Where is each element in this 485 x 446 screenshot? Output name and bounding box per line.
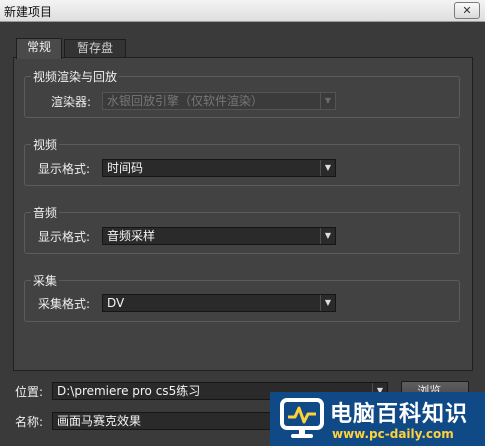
capture-format-label: 采集格式: (38, 297, 91, 311)
close-button[interactable]: ✕ (454, 2, 480, 19)
project-name-input[interactable]: 画面马赛克效果 (52, 412, 284, 430)
capture-format-select[interactable]: DV ▼ (102, 294, 336, 312)
audio-display-format-value: 音频采样 (107, 229, 156, 243)
name-label: 名称: (15, 415, 44, 429)
chevron-down-icon: ▼ (320, 160, 335, 176)
tab-general[interactable]: 常规 (16, 38, 62, 59)
watermark-title: 电脑百科知识 (330, 402, 469, 427)
window-title: 新建项目 (4, 5, 53, 19)
video-display-format-select[interactable]: 时间码 ▼ (102, 159, 336, 177)
project-name-value: 画面马赛克效果 (57, 414, 142, 428)
renderer-value: 水银回放引擎（仅软件渲染） (107, 94, 264, 108)
group-title-video-rendering: 视频渲染与回放 (31, 68, 120, 85)
tab-panel-general: 视频渲染与回放 渲染器: 水银回放引擎（仅软件渲染） ▼ 视频 显示格式: 时间… (13, 57, 473, 371)
close-icon: ✕ (462, 4, 472, 17)
group-title-audio: 音频 (31, 204, 60, 221)
tab-scratch-disks[interactable]: 暂存盘 (64, 39, 126, 58)
group-title-video: 视频 (31, 136, 60, 153)
chevron-down-icon: ▼ (320, 93, 335, 109)
watermark-url: www.pc-daily.com (332, 427, 454, 441)
monitor-logo-icon (280, 398, 324, 438)
video-display-format-label: 显示格式: (38, 162, 91, 176)
renderer-select: 水银回放引擎（仅软件渲染） ▼ (102, 92, 336, 110)
chevron-down-icon: ▼ (320, 295, 335, 311)
title-bar: 新建项目 ✕ (0, 0, 485, 22)
renderer-label: 渲染器: (51, 95, 92, 109)
location-value: D:\premiere pro cs5练习 (57, 384, 201, 398)
audio-display-format-label: 显示格式: (38, 230, 91, 244)
location-label: 位置: (15, 385, 44, 399)
chevron-down-icon: ▼ (320, 228, 335, 244)
capture-format-value: DV (107, 296, 125, 310)
audio-display-format-select[interactable]: 音频采样 ▼ (102, 227, 336, 245)
group-title-capture: 采集 (31, 272, 60, 289)
video-display-format-value: 时间码 (107, 161, 144, 175)
